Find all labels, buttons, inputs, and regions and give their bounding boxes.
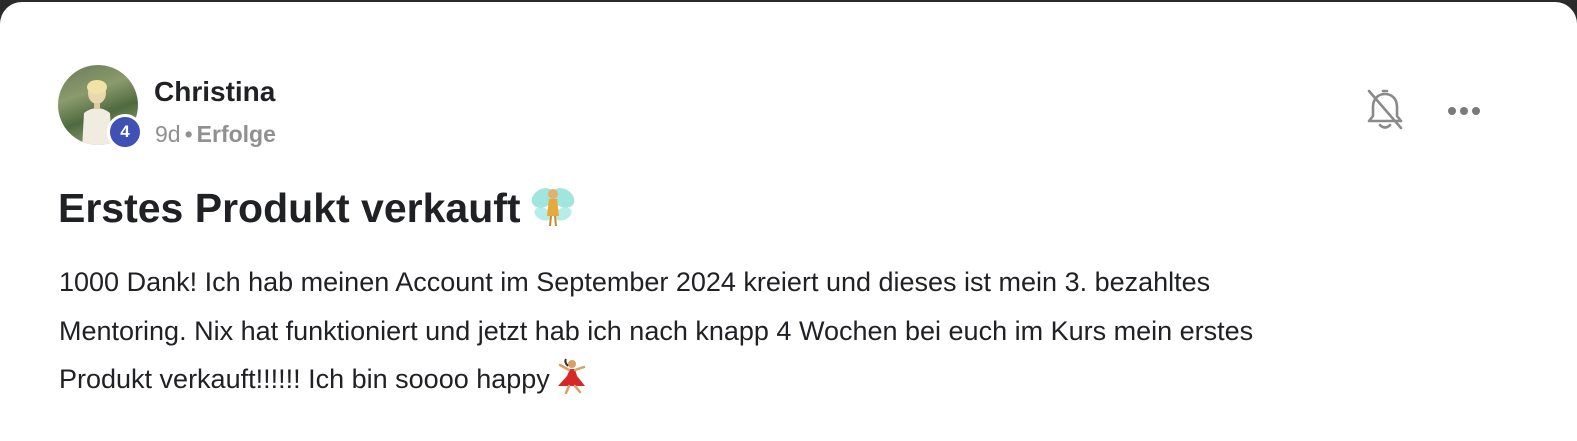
- meta-separator: •: [184, 121, 193, 147]
- post-body-line: Mentoring. Nix hat funktioniert und jetz…: [59, 315, 1254, 346]
- author-level-badge: 4: [107, 114, 143, 150]
- post-category[interactable]: Erfolge: [197, 121, 276, 147]
- post-body: 1000 Dank! Ich hab meinen Account im Sep…: [59, 258, 1499, 404]
- post-meta: 9d • Erfolge: [155, 119, 276, 149]
- post-body-line: Produkt verkauft!!!!!! Ich bin soooo hap…: [59, 364, 550, 394]
- post-time: 9d: [155, 121, 181, 147]
- fairy-emoji: [531, 188, 574, 227]
- post-body-line: 1000 Dank! Ich hab meinen Account im Sep…: [59, 267, 1211, 297]
- more-horizontal-icon: [1448, 107, 1480, 115]
- post-card: 4 Christina 9d • Erfolge Erstes Produkt ve…: [0, 2, 1577, 441]
- author-name[interactable]: Christina: [154, 74, 275, 110]
- notification-toggle-button[interactable]: [1363, 86, 1407, 134]
- post-title: Erstes Produkt verkauft: [58, 185, 521, 231]
- post-title-row: Erstes Produkt verkauft: [58, 180, 577, 236]
- more-options-button[interactable]: [1440, 94, 1488, 128]
- post-body-last-line: Produkt verkauft!!!!!! Ich bin soooo hap…: [59, 355, 1499, 404]
- bell-off-icon: [1367, 89, 1403, 130]
- dancer-emoji: [557, 358, 586, 394]
